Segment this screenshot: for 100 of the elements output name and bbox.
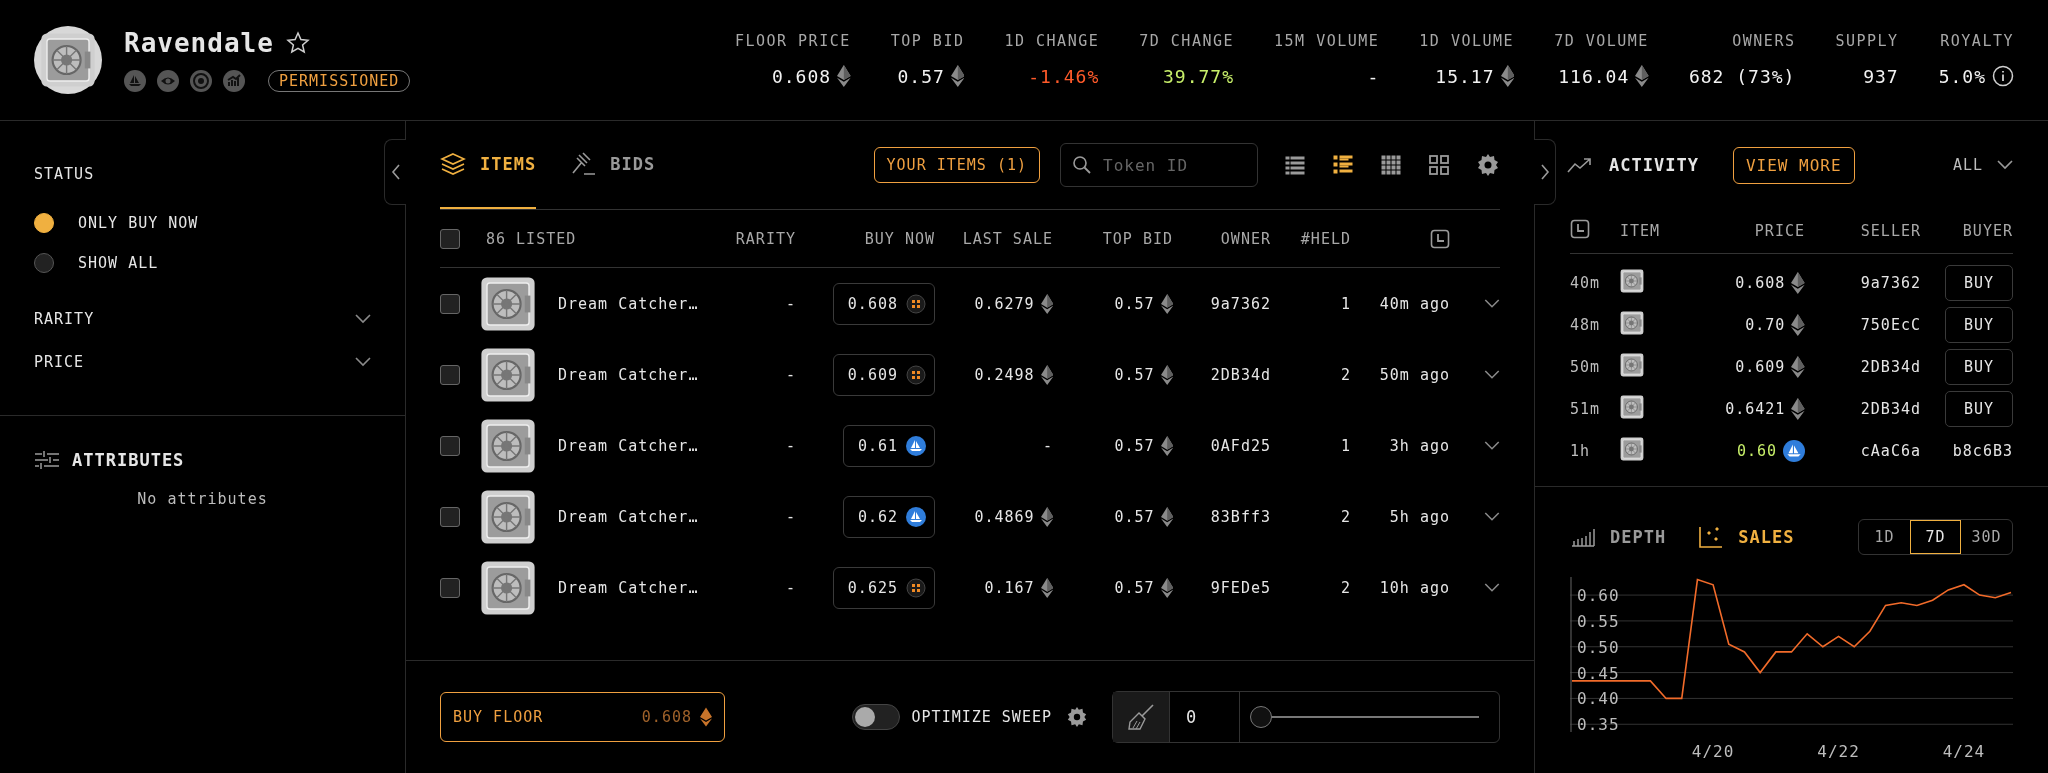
row-checkbox[interactable]	[440, 293, 460, 314]
clock-icon[interactable]	[1570, 219, 1590, 239]
chart-tab[interactable]: SALES	[1698, 525, 1795, 549]
activity-filter-dropdown[interactable]: ALL	[1952, 156, 2013, 174]
diamond-icon	[1160, 435, 1173, 456]
activity-time: 50m	[1570, 358, 1602, 376]
listed-time: 3h ago	[1388, 436, 1450, 455]
top-bid-cell: 0.57	[1114, 294, 1155, 313]
star-icon[interactable]	[285, 31, 310, 55]
safe-drawing	[480, 559, 536, 616]
column-header[interactable]: #HELD	[1271, 229, 1351, 248]
item-name[interactable]: Dream Catcher…	[540, 507, 720, 526]
listed-time: 5h ago	[1388, 507, 1450, 526]
toggle-switch[interactable]	[851, 704, 900, 730]
stat-label: 15M VOLUME	[1274, 32, 1380, 50]
top-bid-cell: 0.57	[1114, 507, 1155, 526]
buy-button[interactable]: BUY	[1945, 349, 2013, 385]
item-name[interactable]: Dream Catcher…	[540, 294, 720, 313]
owner-cell[interactable]: 2DB34d	[1173, 365, 1271, 384]
chart-icon[interactable]	[223, 70, 245, 92]
column-header[interactable]: LAST SALE	[935, 229, 1053, 248]
broom-icon[interactable]	[1126, 702, 1156, 732]
filter-toggle[interactable]: PRICE	[34, 340, 371, 383]
view-mode-button[interactable]	[1428, 154, 1450, 176]
seller-cell[interactable]: cAaC6a	[1805, 442, 1921, 460]
seller-cell[interactable]: 2DB34d	[1805, 358, 1921, 376]
item-name[interactable]: Dream Catcher…	[540, 578, 720, 597]
row-checkbox[interactable]	[440, 577, 460, 598]
owner-cell[interactable]: 83Bff3	[1173, 507, 1271, 526]
target-icon[interactable]	[190, 70, 212, 92]
owner-cell[interactable]: 9a7362	[1173, 294, 1271, 313]
column-header[interactable]: BUY NOW	[796, 229, 935, 248]
stat-value: -1.46%	[1028, 65, 1100, 87]
held-cell-text: 2	[1339, 507, 1351, 526]
view-mode-button[interactable]	[1284, 154, 1306, 176]
column-header: 86 LISTED	[485, 229, 578, 248]
buy-now-price[interactable]: 0.609	[832, 353, 935, 396]
slider-handle[interactable]	[1250, 706, 1272, 728]
status-option[interactable]: SHOW ALL	[34, 243, 371, 283]
chevron-down-icon[interactable]	[1484, 298, 1500, 309]
clock-icon[interactable]	[1430, 228, 1450, 249]
buy-now-price[interactable]: 0.608	[832, 282, 935, 325]
chevron-down-icon[interactable]	[1484, 369, 1500, 380]
filter-toggle[interactable]: RARITY	[34, 297, 371, 340]
view-more-button[interactable]: VIEW MORE	[1732, 146, 1855, 184]
select-all-checkbox[interactable]	[440, 228, 460, 249]
safe-drawing	[1620, 311, 1644, 335]
buy-now-price[interactable]: 0.625	[832, 566, 935, 609]
chevron-down-icon[interactable]	[1484, 582, 1500, 593]
tab[interactable]: BIDS	[570, 121, 656, 209]
y-tick-label: 0.60	[1577, 586, 1620, 606]
column-header[interactable]: TOP BID	[1053, 229, 1173, 248]
column-header[interactable]: RARITY	[720, 229, 796, 248]
owner-cell[interactable]: 9FEDe5	[1173, 578, 1271, 597]
diamond-icon	[837, 65, 851, 87]
search-field[interactable]: Token ID	[1060, 143, 1258, 187]
settings-icon[interactable]	[1066, 706, 1088, 728]
item-name[interactable]: Dream Catcher…	[540, 365, 720, 384]
view-mode-button[interactable]	[1332, 154, 1354, 176]
buy-button[interactable]: BUY	[1945, 307, 2013, 343]
seller-cell[interactable]: 9a7362	[1805, 274, 1921, 292]
settings-icon[interactable]	[1476, 153, 1500, 177]
sweep-count-field[interactable]: 0	[1170, 692, 1240, 742]
buy-floor-button[interactable]: BUY FLOOR 0.608	[440, 692, 725, 742]
activity-time: 1h	[1570, 442, 1592, 460]
trend-up-icon	[1567, 156, 1593, 174]
your-items-button[interactable]: YOUR ITEMS (1)	[873, 147, 1040, 183]
row-checkbox[interactable]	[440, 364, 460, 385]
status-option[interactable]: ONLY BUY NOW	[34, 203, 371, 243]
diamond-icon	[1500, 65, 1515, 87]
tab[interactable]: ITEMS	[440, 121, 537, 209]
row-checkbox[interactable]	[440, 435, 460, 456]
owner-cell[interactable]: 0AFd25	[1173, 436, 1271, 455]
stat-value: 682 (73%)	[1688, 65, 1796, 87]
view-mode-button[interactable]	[1380, 154, 1402, 176]
buyer-cell[interactable]: b8c6B3	[1952, 442, 2013, 460]
buy-now-price[interactable]: 0.62	[842, 495, 935, 538]
eye-icon[interactable]	[157, 70, 179, 92]
held-cell-text: 1	[1339, 294, 1351, 313]
info-icon[interactable]	[1992, 65, 2014, 87]
buy-button[interactable]: BUY	[1945, 265, 2013, 301]
scatter-chart-icon	[1698, 525, 1725, 549]
item-name[interactable]: Dream Catcher…	[540, 436, 720, 455]
last-sale-cell: 0.2498	[974, 365, 1035, 384]
range-option[interactable]: 30D	[1961, 520, 2012, 554]
sailboat-icon[interactable]	[124, 70, 146, 92]
chevron-down-icon[interactable]	[1484, 511, 1500, 522]
chart-tab[interactable]: DEPTH	[1570, 526, 1667, 548]
sweep-slider[interactable]	[1250, 704, 1479, 730]
buy-button[interactable]: BUY	[1945, 391, 2013, 427]
range-option[interactable]: 7D	[1910, 520, 1961, 554]
row-checkbox[interactable]	[440, 506, 460, 527]
chevron-down-icon[interactable]	[1484, 440, 1500, 451]
chevron-right-icon	[1539, 164, 1550, 180]
seller-cell[interactable]: 2DB34d	[1805, 400, 1921, 418]
seller-cell[interactable]: 750EcC	[1805, 316, 1921, 334]
buy-now-price[interactable]: 0.61	[842, 424, 935, 467]
listed-time: 40m ago	[1378, 294, 1450, 313]
column-header[interactable]: OWNER	[1173, 229, 1271, 248]
range-option[interactable]: 1D	[1859, 520, 1910, 554]
